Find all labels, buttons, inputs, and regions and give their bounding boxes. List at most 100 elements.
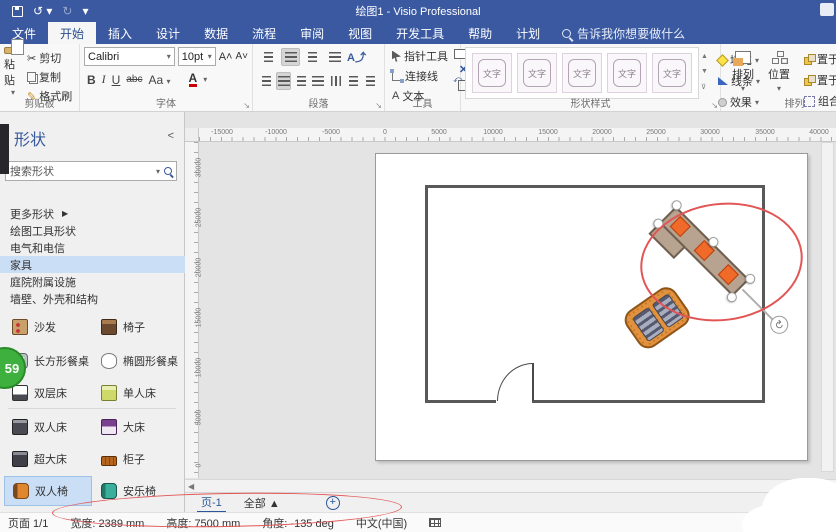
cut-button[interactable]: ✂剪切: [24, 49, 75, 67]
tab-developer[interactable]: 开发工具: [384, 22, 456, 44]
increase-indent-button[interactable]: [364, 72, 378, 90]
input-method-icon[interactable]: [429, 518, 441, 527]
cabinet-icon: [101, 456, 117, 466]
search-icon: [562, 29, 571, 38]
tab-view[interactable]: 视图: [336, 22, 384, 44]
style-swatch[interactable]: 文字: [562, 53, 602, 93]
bold-button[interactable]: B: [87, 73, 96, 87]
font-color-button[interactable]: A: [189, 73, 198, 87]
connector-icon: [392, 71, 402, 81]
align-button[interactable]: 排列▾: [725, 47, 761, 97]
font-color-dropdown-icon[interactable]: ▾: [203, 75, 207, 84]
paste-button[interactable]: 粘贴 ▾: [4, 47, 22, 97]
pointer-tool-button[interactable]: 指针工具: [389, 47, 451, 65]
horizontal-scrollbar[interactable]: ◀: [185, 479, 836, 492]
justify-button[interactable]: [311, 72, 325, 90]
send-to-back-button[interactable]: 置于底层: [801, 71, 836, 89]
panel-collapse-icon[interactable]: <: [168, 130, 174, 142]
style-swatch[interactable]: 文字: [652, 53, 692, 93]
style-swatch[interactable]: 文字: [472, 53, 512, 93]
shape-search-input[interactable]: 搜索形状 ▾: [5, 161, 177, 181]
search-dropdown-icon[interactable]: ▾: [156, 167, 160, 176]
page-tab[interactable]: 页-1: [197, 493, 226, 513]
stencil-item-loveseat[interactable]: 双人椅: [4, 476, 92, 506]
align-left-button[interactable]: [259, 72, 273, 90]
section-electrical-telecom[interactable]: 电气和电信: [0, 239, 185, 256]
tab-design[interactable]: 设计: [144, 22, 192, 44]
drawing-canvas[interactable]: -15000 -10000 -5000 0 5000 10000 15000 2…: [185, 112, 836, 492]
stencil-item-sofa[interactable]: 沙发: [4, 312, 92, 342]
all-pages-tab[interactable]: 全部 ▲: [244, 495, 280, 511]
door-shape[interactable]: [497, 363, 533, 401]
stencil-item-cabinet[interactable]: 柜子: [93, 444, 181, 474]
style-swatch[interactable]: 文字: [517, 53, 557, 93]
bullet-list-button[interactable]: [325, 48, 344, 66]
section-drawing-tool-shapes[interactable]: 绘图工具形状: [0, 222, 185, 239]
align-icon: [735, 51, 751, 64]
font-family-combo[interactable]: Calibri▾: [84, 47, 175, 66]
position-button[interactable]: 位置▾: [761, 47, 797, 97]
section-more-shapes[interactable]: 更多形状▶: [0, 205, 185, 222]
align-center-button[interactable]: [276, 72, 290, 90]
loveseat-icon: [13, 483, 29, 499]
stencil-item-chair[interactable]: 椅子: [93, 312, 181, 342]
align-middle-button[interactable]: [281, 48, 300, 66]
bring-front-icon: [804, 54, 814, 64]
shrink-font-button[interactable]: A˅: [235, 51, 248, 62]
signin-button[interactable]: [820, 3, 834, 16]
font-dialog-launcher-icon[interactable]: ↘: [243, 101, 250, 110]
align-right-button[interactable]: [294, 72, 308, 90]
status-page[interactable]: 页面 1/1: [8, 515, 48, 531]
stencil-item-easy-chair[interactable]: 安乐椅: [93, 476, 181, 506]
bring-to-front-button[interactable]: 置于顶层: [801, 50, 836, 68]
tab-file[interactable]: 文件: [0, 22, 48, 44]
stencil-item-oval-table[interactable]: 椭圆形餐桌: [93, 346, 181, 376]
align-bottom-button[interactable]: [303, 48, 322, 66]
tab-plan[interactable]: 计划: [504, 22, 552, 44]
window-title: 绘图1 - Visio Professional: [0, 3, 836, 19]
text-direction-button[interactable]: [329, 72, 343, 90]
gallery-up-icon[interactable]: ▲: [701, 53, 708, 60]
tell-me-box[interactable]: 告诉我你想要做什么: [552, 22, 695, 44]
paragraph-group: A⤴ 段落 ↘: [253, 44, 385, 111]
section-furniture[interactable]: 家具: [0, 256, 185, 273]
tab-insert[interactable]: 插入: [96, 22, 144, 44]
gallery-down-icon[interactable]: ▼: [701, 68, 708, 75]
stencil-item-xl-bed[interactable]: 超大床: [4, 444, 92, 474]
chair-icon: [101, 319, 117, 335]
tab-help[interactable]: 帮助: [456, 22, 504, 44]
tab-process[interactable]: 流程: [240, 22, 288, 44]
italic-button[interactable]: I: [102, 72, 106, 87]
search-icon[interactable]: [164, 167, 172, 175]
underline-button[interactable]: U: [112, 73, 121, 87]
bunk-bed-icon: [12, 385, 28, 401]
decrease-indent-button[interactable]: [346, 72, 360, 90]
align-top-button[interactable]: [259, 48, 278, 66]
stencil-item-big-bed[interactable]: 大床: [93, 412, 181, 442]
connector-button[interactable]: 连接线: [389, 67, 451, 85]
style-swatch[interactable]: 文字: [607, 53, 647, 93]
stencil-item-double-bed[interactable]: 双人床: [4, 412, 92, 442]
door-leaf: [532, 363, 534, 401]
tab-home[interactable]: 开始: [48, 22, 96, 44]
rotate-text-button[interactable]: A⤴: [347, 48, 366, 66]
section-walls-shell-structure[interactable]: 墙壁、外壳和结构: [0, 290, 185, 307]
tab-data[interactable]: 数据: [192, 22, 240, 44]
strikethrough-button[interactable]: abc: [126, 74, 142, 85]
paste-icon: [4, 47, 22, 54]
shape-styles-dialog-launcher-icon[interactable]: ↘: [711, 101, 718, 110]
section-garden-accessories[interactable]: 庭院附属设施: [0, 273, 185, 290]
scroll-left-icon[interactable]: ◀: [185, 482, 194, 491]
vertical-scrollbar[interactable]: [821, 142, 834, 472]
stencil-item-single-bed[interactable]: 单人床: [93, 378, 181, 408]
status-angle: 角度: -135 deg: [262, 515, 334, 531]
grow-font-button[interactable]: A˄: [219, 51, 233, 63]
paragraph-dialog-launcher-icon[interactable]: ↘: [375, 101, 382, 110]
change-case-button[interactable]: Aa ▾: [148, 73, 170, 87]
insert-page-button[interactable]: +: [326, 496, 340, 510]
tab-review[interactable]: 审阅: [288, 22, 336, 44]
gallery-more-icon[interactable]: ⊽: [701, 83, 708, 91]
font-size-combo[interactable]: 10pt▾: [178, 47, 216, 66]
copy-button[interactable]: 复制: [24, 68, 75, 86]
status-language[interactable]: 中文(中国): [356, 515, 407, 531]
